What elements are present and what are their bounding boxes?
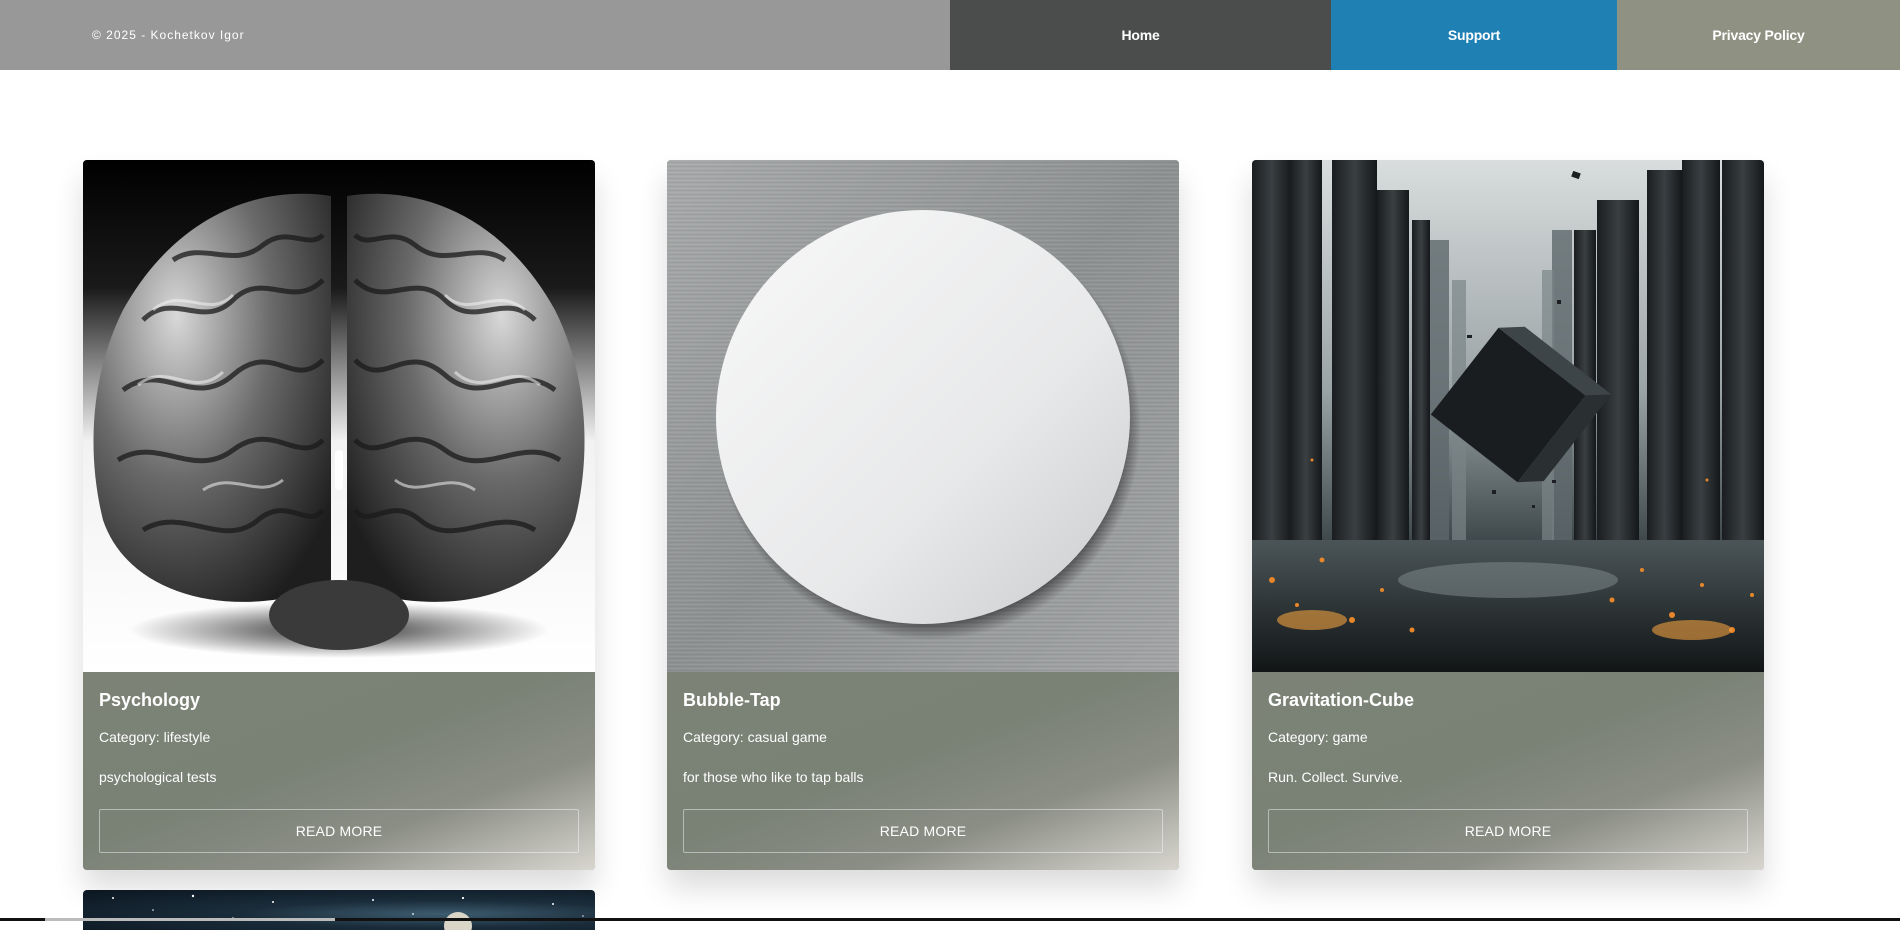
read-more-button[interactable]: READ MORE: [1268, 809, 1748, 853]
card-body: Gravitation-Cube Category: game Run. Col…: [1252, 672, 1764, 870]
card-description: for those who like to tap balls: [683, 769, 864, 785]
space-image: [112, 894, 584, 930]
card-title[interactable]: Gravitation-Cube: [1268, 690, 1748, 714]
read-more-button[interactable]: READ MORE: [99, 809, 579, 853]
card-category: Category: lifestyle: [99, 729, 211, 745]
card-category: Category: casual game: [683, 729, 827, 745]
brain-image[interactable]: [83, 160, 595, 672]
nav-support-link[interactable]: Support: [1331, 0, 1617, 70]
disc-illustration: [667, 160, 1179, 672]
card-body: Psychology Category: lifestyle psycholog…: [83, 672, 595, 870]
read-more-button[interactable]: READ MORE: [683, 809, 1163, 853]
card-category: Category: game: [1268, 729, 1368, 745]
card-title[interactable]: Psychology: [99, 690, 579, 714]
card-bubble-tap: Bubble-Tap Category: casual game for tho…: [667, 160, 1179, 870]
white-disc-image[interactable]: [667, 160, 1179, 672]
card-psychology: Psychology Category: lifestyle psycholog…: [83, 160, 595, 870]
cube-city-illustration: [1252, 160, 1764, 672]
card-body: Bubble-Tap Category: casual game for tho…: [667, 672, 1179, 870]
copyright-text: © 2025 - Kochetkov Igor: [92, 28, 245, 42]
card-description: psychological tests: [99, 769, 217, 785]
brain-illustration: [83, 160, 595, 672]
nav-privacy-policy-link[interactable]: Privacy Policy: [1617, 0, 1900, 70]
header-left-panel: © 2025 - Kochetkov Igor: [0, 0, 950, 70]
card-gravitation-cube: Gravitation-Cube Category: game Run. Col…: [1252, 160, 1764, 870]
card-description: Run. Collect. Survive.: [1268, 769, 1403, 785]
site-header: © 2025 - Kochetkov Igor Home Support Pri…: [0, 0, 1900, 70]
card-partial-space[interactable]: [83, 890, 595, 930]
card-title[interactable]: Bubble-Tap: [683, 690, 1163, 714]
nav-home-link[interactable]: Home: [950, 0, 1331, 70]
floating-cube-city-image[interactable]: [1252, 160, 1764, 672]
